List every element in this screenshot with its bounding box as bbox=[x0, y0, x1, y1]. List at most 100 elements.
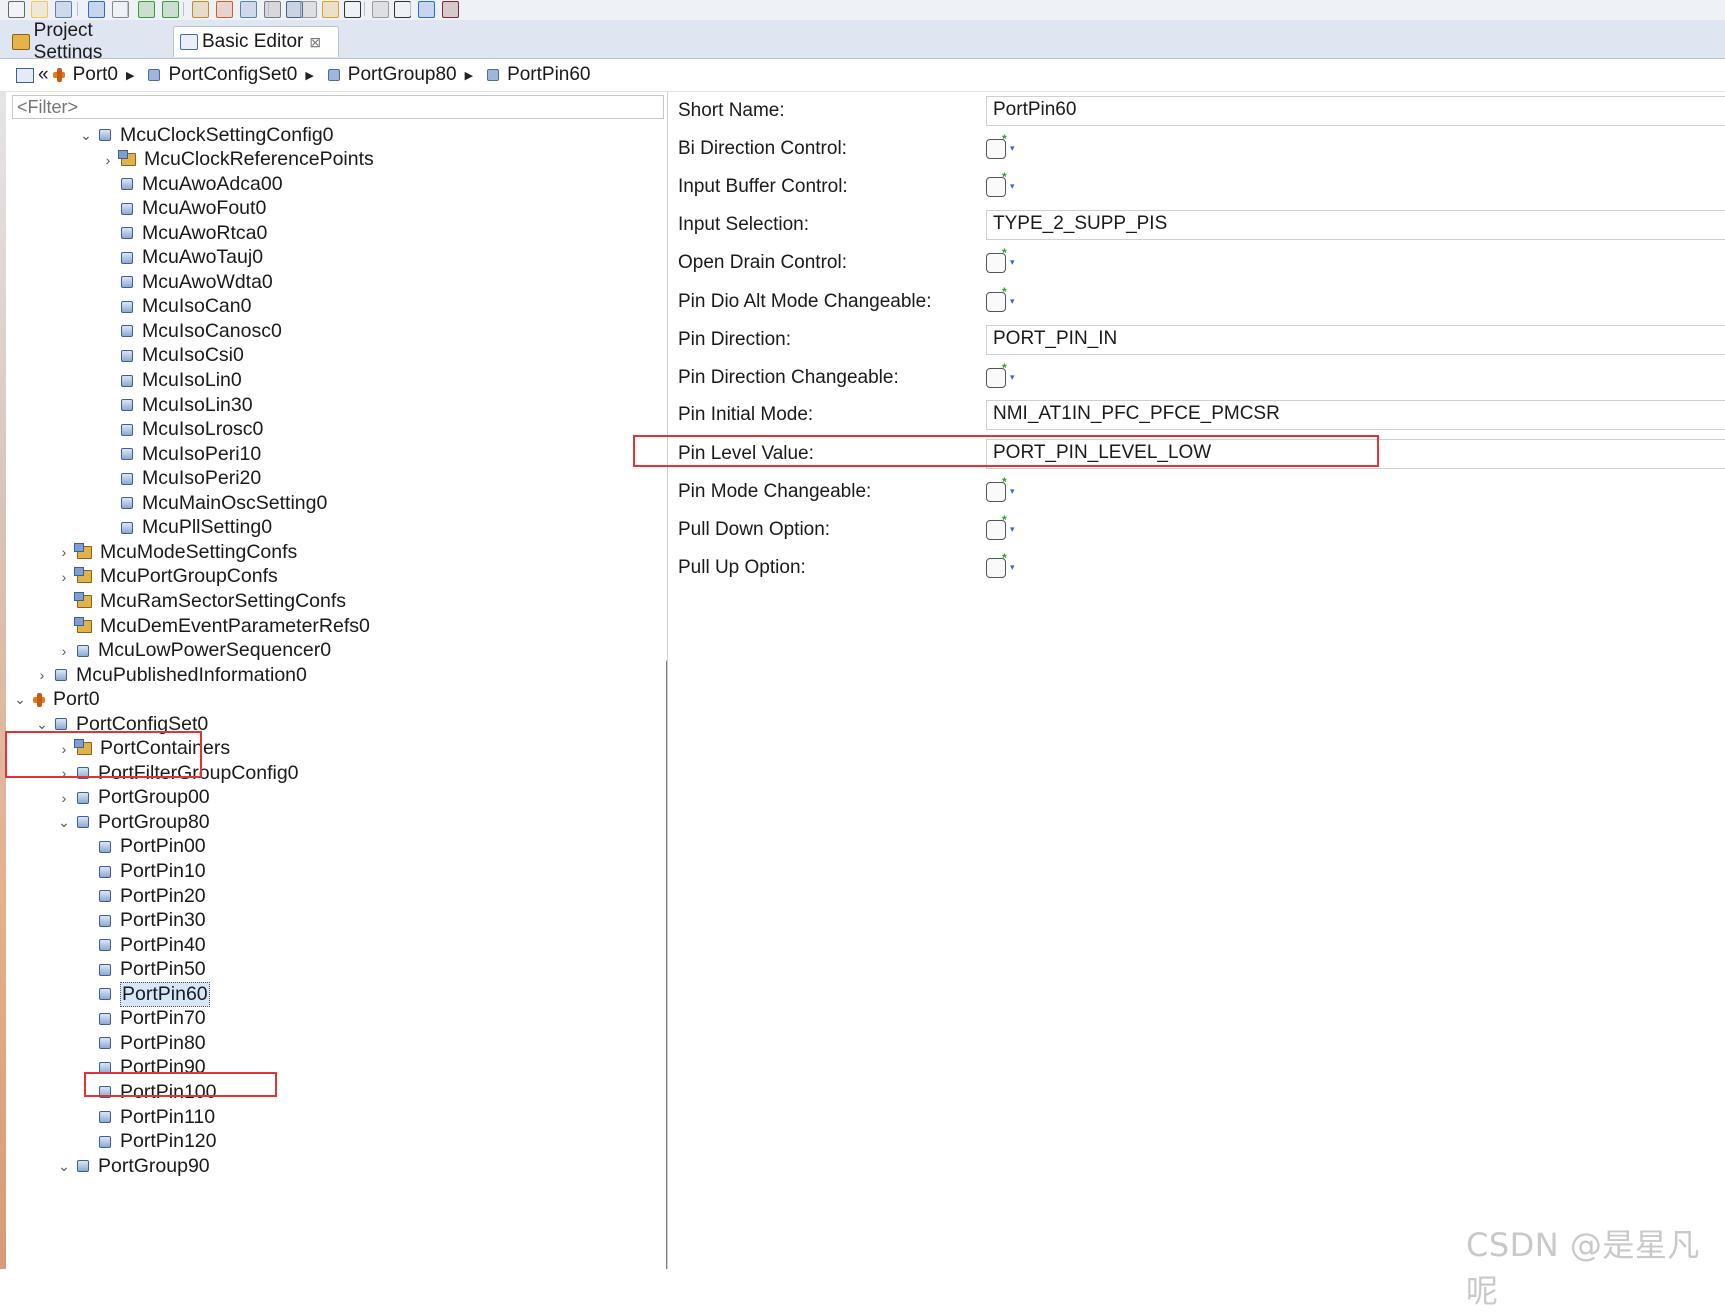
dropdown-arrow-icon[interactable]: ▾ bbox=[1010, 296, 1015, 307]
tree-node[interactable]: PortPin70 bbox=[79, 1006, 206, 1032]
tree-node[interactable]: McuAwoAdca00 bbox=[101, 171, 283, 197]
tree-node[interactable]: › McuLowPowerSequencer0 bbox=[57, 638, 331, 664]
close-icon[interactable]: ⊠ bbox=[309, 34, 321, 51]
export-icon[interactable] bbox=[240, 1, 257, 18]
filter-input[interactable] bbox=[12, 95, 664, 119]
default-marker-icon: * bbox=[1002, 551, 1007, 565]
collapse-chevron-icon[interactable]: ⌄ bbox=[57, 814, 71, 831]
dropdown-arrow-icon[interactable]: ▾ bbox=[1010, 372, 1015, 383]
property-value-field[interactable]: NMI_AT1IN_PFC_PFCE_PMCSR bbox=[986, 400, 1725, 430]
dropdown-arrow-icon[interactable]: ▾ bbox=[1010, 181, 1015, 192]
expand-chevron-icon[interactable]: › bbox=[57, 569, 71, 585]
expand-chevron-icon[interactable]: › bbox=[35, 667, 49, 683]
tree-node[interactable]: PortPin20 bbox=[79, 883, 206, 909]
tree-node[interactable]: PortPin100 bbox=[79, 1079, 216, 1105]
tree-node[interactable]: McuIsoCanosc0 bbox=[101, 318, 282, 344]
back-arrow-icon[interactable] bbox=[322, 1, 339, 18]
tree-node[interactable]: PortPin90 bbox=[79, 1055, 206, 1081]
property-value-field[interactable]: PORT_PIN_LEVEL_LOW bbox=[986, 439, 1725, 469]
property-label: Pin Initial Mode: bbox=[678, 404, 814, 425]
tree-node[interactable]: PortPin10 bbox=[79, 859, 206, 885]
sort-icon[interactable] bbox=[442, 1, 459, 18]
tree-node[interactable]: ⌄ Port0 bbox=[13, 687, 99, 713]
breadcrumb-menu-icon[interactable] bbox=[16, 67, 34, 83]
breadcrumb-item-portpin60[interactable]: PortPin60 bbox=[507, 64, 590, 86]
tree-node[interactable]: › McuModeSettingConfs bbox=[57, 539, 298, 565]
tab-project-settings[interactable]: Project Settings bbox=[6, 20, 172, 63]
dropdown-arrow-icon[interactable]: ▾ bbox=[1010, 486, 1015, 497]
tree-node[interactable]: › McuClockReferencePoints bbox=[101, 147, 374, 173]
tree-node[interactable]: PortPin40 bbox=[79, 932, 206, 958]
import-icon[interactable] bbox=[216, 1, 233, 18]
tree-node[interactable]: ⌄ PortGroup90 bbox=[57, 1153, 210, 1179]
tree-node[interactable]: PortPin60 bbox=[79, 981, 210, 1007]
tree-node[interactable]: PortPin110 bbox=[79, 1104, 215, 1130]
dropdown-icon[interactable] bbox=[394, 1, 411, 18]
expand-chevron-icon[interactable]: › bbox=[57, 741, 71, 757]
expand-chevron-icon[interactable]: › bbox=[57, 790, 71, 806]
undo-icon[interactable] bbox=[88, 1, 105, 18]
tree-node[interactable]: McuAwoWdta0 bbox=[101, 269, 273, 295]
tree-node[interactable]: › PortContainers bbox=[57, 736, 230, 762]
breadcrumb-overflow[interactable]: « bbox=[38, 64, 49, 86]
tree-node[interactable]: McuAwoFout0 bbox=[101, 196, 266, 222]
tree-node[interactable]: McuAwoTauj0 bbox=[101, 245, 263, 271]
tree-node[interactable]: › McuPublishedInformation0 bbox=[35, 662, 307, 688]
open-icon[interactable] bbox=[31, 1, 48, 18]
expand-chevron-icon[interactable]: › bbox=[57, 643, 71, 659]
tree-node[interactable]: PortPin30 bbox=[79, 908, 206, 934]
tree-node[interactable]: › PortFilterGroupConfig0 bbox=[57, 760, 299, 786]
tree-node[interactable]: McuIsoCsi0 bbox=[101, 343, 244, 369]
tree-node[interactable]: McuIsoPeri10 bbox=[101, 441, 261, 467]
tree-node[interactable]: PortPin50 bbox=[79, 957, 206, 983]
tree-node[interactable]: › McuPortGroupConfs bbox=[57, 564, 278, 590]
dropdown-arrow-icon[interactable]: ▾ bbox=[1010, 143, 1015, 154]
tree-node[interactable]: McuPllSetting0 bbox=[101, 515, 272, 541]
verify-icon[interactable] bbox=[162, 1, 179, 18]
tree-node[interactable]: McuAwoRtca0 bbox=[101, 220, 267, 246]
property-value-field[interactable]: TYPE_2_SUPP_PIS bbox=[986, 210, 1725, 240]
tree-node-label: McuIsoCanosc0 bbox=[142, 319, 282, 342]
breadcrumb-item-port0[interactable]: Port0 bbox=[73, 64, 118, 86]
collapse-chevron-icon[interactable]: ⌄ bbox=[57, 1158, 71, 1175]
property-value-field[interactable]: PortPin60 bbox=[986, 96, 1725, 126]
back-icon[interactable] bbox=[300, 1, 317, 18]
tree-node[interactable]: McuMainOscSetting0 bbox=[101, 490, 327, 516]
tree-node[interactable]: › PortGroup00 bbox=[57, 785, 210, 811]
dropdown-arrow-icon[interactable]: ▾ bbox=[1010, 524, 1015, 535]
tree-node[interactable]: PortPin120 bbox=[79, 1129, 216, 1155]
collapse-chevron-icon[interactable]: ⌄ bbox=[13, 691, 27, 708]
tree-node[interactable]: ⌄ PortGroup80 bbox=[57, 809, 210, 835]
tree-node[interactable]: McuIsoLin30 bbox=[101, 392, 253, 418]
tree-node[interactable]: McuRamSectorSettingConfs bbox=[57, 588, 346, 614]
new-icon[interactable] bbox=[8, 1, 25, 18]
tree-node[interactable]: PortPin80 bbox=[79, 1030, 206, 1056]
save-icon[interactable] bbox=[55, 1, 72, 18]
hex-icon[interactable] bbox=[418, 1, 435, 18]
generate-icon[interactable] bbox=[192, 1, 209, 18]
tree-node[interactable]: McuIsoPeri20 bbox=[101, 466, 261, 492]
dropdown-icon[interactable] bbox=[344, 1, 361, 18]
tree-node[interactable]: McuIsoCan0 bbox=[101, 294, 251, 320]
tab-basic-editor[interactable]: Basic Editor ⊠ bbox=[173, 26, 339, 57]
expand-chevron-icon[interactable]: › bbox=[57, 765, 71, 781]
tree-node[interactable]: McuIsoLrosc0 bbox=[101, 417, 263, 443]
dropdown-arrow-icon[interactable]: ▾ bbox=[1010, 257, 1015, 268]
forward-icon[interactable] bbox=[372, 1, 389, 18]
breadcrumb-item-portgroup80[interactable]: PortGroup80 bbox=[348, 64, 457, 86]
property-value-field[interactable]: PORT_PIN_IN bbox=[986, 325, 1725, 355]
container-icon bbox=[99, 988, 111, 1001]
validate-icon[interactable] bbox=[138, 1, 155, 18]
dropdown-arrow-icon[interactable]: ▾ bbox=[1010, 562, 1015, 573]
tree-node[interactable]: ⌄ PortConfigSet0 bbox=[35, 711, 208, 737]
collapse-chevron-icon[interactable]: ⌄ bbox=[79, 127, 93, 144]
expand-chevron-icon[interactable]: › bbox=[57, 544, 71, 560]
breadcrumb-item-portconfigset0[interactable]: PortConfigSet0 bbox=[168, 64, 297, 86]
tree-node[interactable]: PortPin00 bbox=[79, 834, 206, 860]
tree-node[interactable]: McuDemEventParameterRefs0 bbox=[57, 613, 370, 639]
collapse-chevron-icon[interactable]: ⌄ bbox=[35, 716, 49, 733]
settings-icon[interactable] bbox=[264, 1, 281, 18]
tree-node[interactable]: McuIsoLin0 bbox=[101, 368, 242, 394]
expand-chevron-icon[interactable]: › bbox=[101, 152, 115, 168]
tree-node[interactable]: ⌄ McuClockSettingConfig0 bbox=[79, 122, 333, 148]
